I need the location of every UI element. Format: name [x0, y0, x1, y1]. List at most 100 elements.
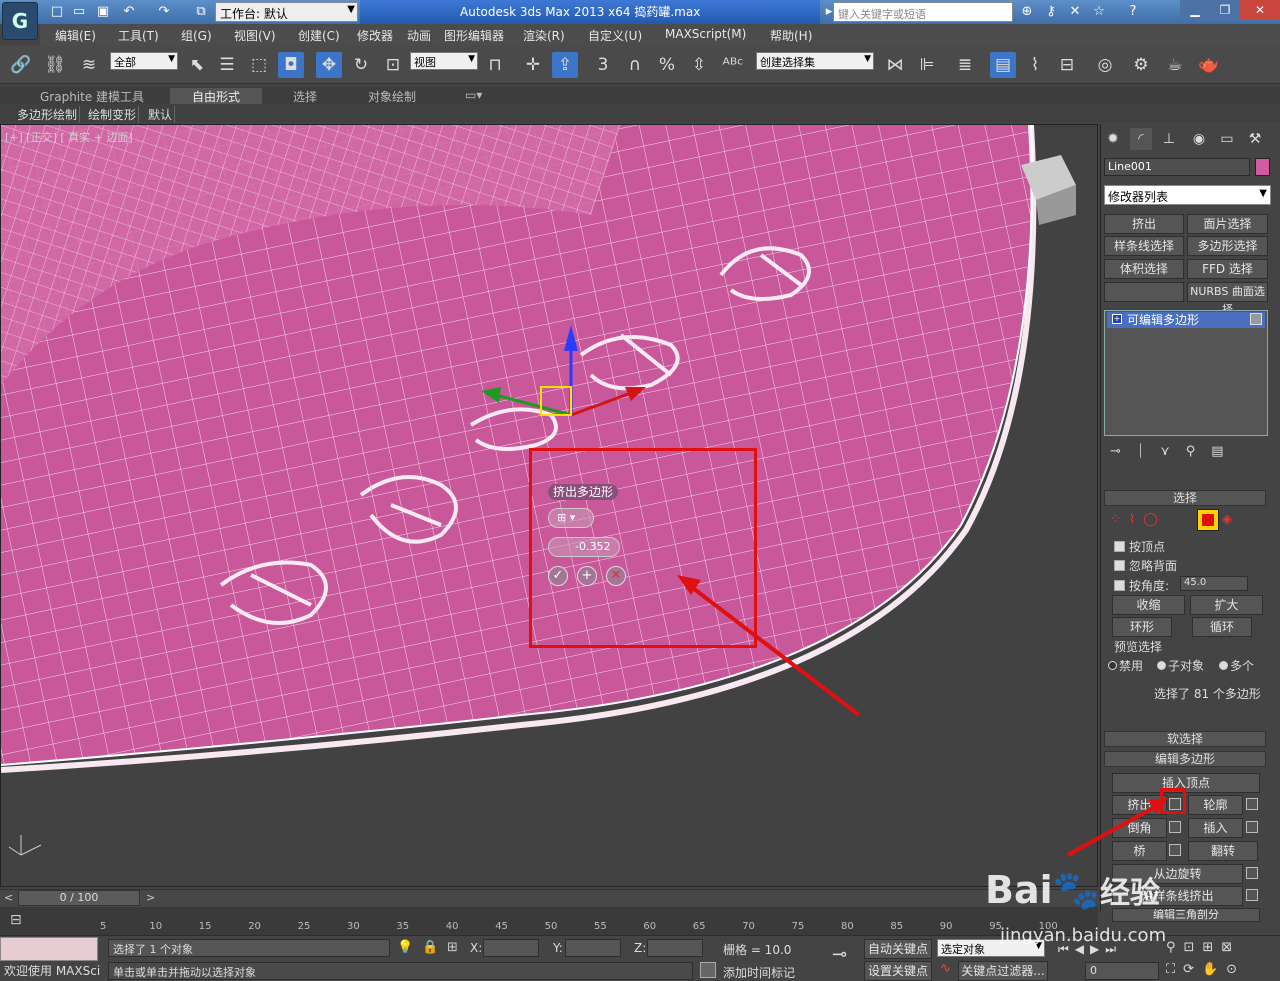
- y-coord-input[interactable]: [565, 939, 621, 957]
- rendered-frame-icon[interactable]: ☕: [1162, 52, 1188, 78]
- subobject-level-icons[interactable]: ⁘⌇◯: [1110, 512, 1166, 527]
- layer-manager-icon[interactable]: ≣: [952, 52, 978, 78]
- mirror-icon[interactable]: ⋈: [882, 52, 908, 78]
- time-tag-icon[interactable]: [700, 962, 716, 978]
- align-icon[interactable]: ⊫: [914, 52, 940, 78]
- select-object-icon[interactable]: ⬉: [184, 52, 210, 78]
- project-folder-icon[interactable]: ⧉: [192, 3, 210, 21]
- current-frame-input[interactable]: 0: [1085, 962, 1159, 980]
- app-logo-icon[interactable]: G: [2, 2, 38, 40]
- hinge-settings-icon[interactable]: [1246, 867, 1258, 879]
- display-tab-icon[interactable]: ▭: [1216, 128, 1238, 150]
- stack-tools-icon[interactable]: ⊸⏐⋎⚲▤: [1110, 444, 1240, 459]
- set-key-button[interactable]: 设置关键点: [864, 961, 932, 981]
- tab-freeform[interactable]: 自由形式: [170, 88, 263, 105]
- open-file-icon[interactable]: ▭: [70, 3, 88, 21]
- key-icon[interactable]: ⊸: [832, 944, 847, 965]
- viewport-nav-icons[interactable]: ⚲⊡⊞⊠: [1166, 940, 1240, 955]
- time-prev-icon[interactable]: <: [4, 891, 13, 904]
- curve-editor-icon[interactable]: ⌇: [1022, 52, 1048, 78]
- search-input[interactable]: 键入关键字或短语: [833, 2, 1013, 22]
- edit-polygons-rollout-header[interactable]: 编辑多边形: [1104, 751, 1266, 767]
- rect-selection-icon[interactable]: ⬚: [246, 52, 272, 78]
- preview-multiple-radio[interactable]: 多个: [1219, 657, 1254, 674]
- mod-spline-select-button[interactable]: 样条线选择: [1104, 236, 1184, 256]
- restore-button[interactable]: ❐: [1210, 0, 1240, 20]
- selection-rollout-header[interactable]: 选择: [1104, 490, 1266, 506]
- polygon-level-icon[interactable]: [1197, 509, 1219, 531]
- rotate-icon[interactable]: ↻: [348, 52, 374, 78]
- modifier-stack[interactable]: [1104, 310, 1268, 436]
- apply-plus-icon[interactable]: +: [577, 566, 597, 586]
- angle-snap-icon[interactable]: ∩: [622, 52, 648, 78]
- select-manipulate-icon[interactable]: ✛: [520, 52, 546, 78]
- soft-selection-rollout-header[interactable]: 软选择: [1104, 731, 1266, 747]
- x-coord-input[interactable]: [483, 939, 539, 957]
- extrusion-type-select[interactable]: ⊞ ▾: [548, 508, 594, 528]
- unlink-icon[interactable]: ⛓: [42, 52, 68, 78]
- link-icon[interactable]: 🔗: [8, 52, 34, 78]
- subtab-default[interactable]: 默认: [146, 106, 176, 123]
- motion-tab-icon[interactable]: ◉: [1188, 128, 1210, 150]
- expand-plus-icon[interactable]: +: [1112, 314, 1122, 324]
- communication-icon[interactable]: ⚷: [1042, 3, 1060, 21]
- time-next-icon[interactable]: >: [146, 891, 155, 904]
- maxscript-listener-mini[interactable]: [0, 937, 98, 961]
- subtab-poly-draw[interactable]: 多边形绘制: [15, 106, 81, 123]
- menu-tools[interactable]: 工具(T): [118, 27, 159, 44]
- window-crossing-icon[interactable]: ◘: [278, 52, 304, 78]
- mod-poly-select-button[interactable]: 多边形选择: [1187, 236, 1268, 256]
- tab-object-paint[interactable]: 对象绘制: [368, 88, 416, 105]
- minimize-button[interactable]: ▁: [1180, 0, 1210, 20]
- named-selection-set-select[interactable]: 创建选择集 ▼: [756, 52, 874, 70]
- mod-vol-select-button[interactable]: 体积选择: [1104, 259, 1184, 279]
- move-icon[interactable]: ✥: [316, 52, 342, 78]
- ribbon-options-icon[interactable]: ▭▾: [465, 88, 482, 102]
- selection-filter-select[interactable]: 全部 ▼: [110, 52, 178, 70]
- menu-create[interactable]: 创建(C): [298, 27, 340, 44]
- menu-maxscript[interactable]: MAXScript(M): [665, 27, 746, 41]
- select-by-name-icon[interactable]: ☰: [214, 52, 240, 78]
- menu-graph-editors[interactable]: 图形编辑器: [444, 27, 504, 44]
- star-icon[interactable]: ☆: [1090, 3, 1108, 21]
- bind-space-warp-icon[interactable]: ≋: [76, 52, 102, 78]
- mod-empty-button[interactable]: [1104, 282, 1184, 302]
- new-file-icon[interactable]: □: [48, 3, 66, 21]
- menu-help[interactable]: 帮助(H): [770, 27, 812, 44]
- ignore-backface-checkbox[interactable]: 忽略背面: [1114, 557, 1177, 574]
- binoculars-icon[interactable]: ⊕: [1018, 3, 1036, 21]
- time-slider-thumb[interactable]: 0 / 100: [18, 890, 140, 906]
- preview-subobject-radio[interactable]: 子对象: [1157, 657, 1204, 674]
- menu-group[interactable]: 组(G): [181, 27, 212, 44]
- create-tab-icon[interactable]: ✹: [1102, 128, 1124, 150]
- scale-icon[interactable]: ⊡: [380, 52, 406, 78]
- extrude-along-settings-icon[interactable]: [1246, 889, 1258, 901]
- z-coord-input[interactable]: [647, 939, 703, 957]
- redo-icon[interactable]: ↷: [155, 3, 173, 21]
- ok-check-icon[interactable]: ✓: [548, 566, 568, 586]
- isolate-bulb-icon[interactable]: 💡: [397, 940, 413, 955]
- outline-button[interactable]: 轮廓: [1188, 795, 1243, 815]
- hierarchy-tab-icon[interactable]: ⊥: [1158, 128, 1180, 150]
- absolute-mode-icon[interactable]: ⊞: [447, 940, 458, 955]
- key-filters-button[interactable]: 关键点过滤器...: [958, 961, 1048, 981]
- render-teapot-icon[interactable]: 🫖: [1196, 52, 1222, 78]
- lock-icon[interactable]: 🔒: [422, 940, 438, 955]
- undo-icon[interactable]: ↶: [120, 3, 138, 21]
- cancel-x-icon[interactable]: ✕: [606, 566, 626, 586]
- stack-item-editable-poly[interactable]: 可编辑多边形: [1107, 312, 1265, 328]
- spinner-snap-icon[interactable]: ⇳: [686, 52, 712, 78]
- flip-button[interactable]: 翻转: [1188, 841, 1258, 861]
- by-vertex-checkbox[interactable]: 按顶点: [1114, 538, 1165, 555]
- element-level-icon[interactable]: ◈: [1222, 512, 1232, 527]
- mini-curve-editor-icon[interactable]: ⊟: [10, 912, 22, 928]
- menu-animation[interactable]: 动画: [407, 27, 431, 44]
- inset-settings-icon[interactable]: [1246, 821, 1258, 833]
- time-slider[interactable]: [0, 889, 1098, 907]
- reference-coord-select[interactable]: 视图 ▼: [410, 52, 478, 70]
- workspace-select[interactable]: 工作台: 默认 ▼: [215, 2, 358, 22]
- add-time-tag-text[interactable]: 添加时间标记: [723, 964, 795, 981]
- edit-named-selections-icon[interactable]: ᴬᴮᶜ: [720, 52, 746, 78]
- stack-toggle-icon[interactable]: [1250, 313, 1262, 325]
- menu-edit[interactable]: 编辑(E): [55, 27, 96, 44]
